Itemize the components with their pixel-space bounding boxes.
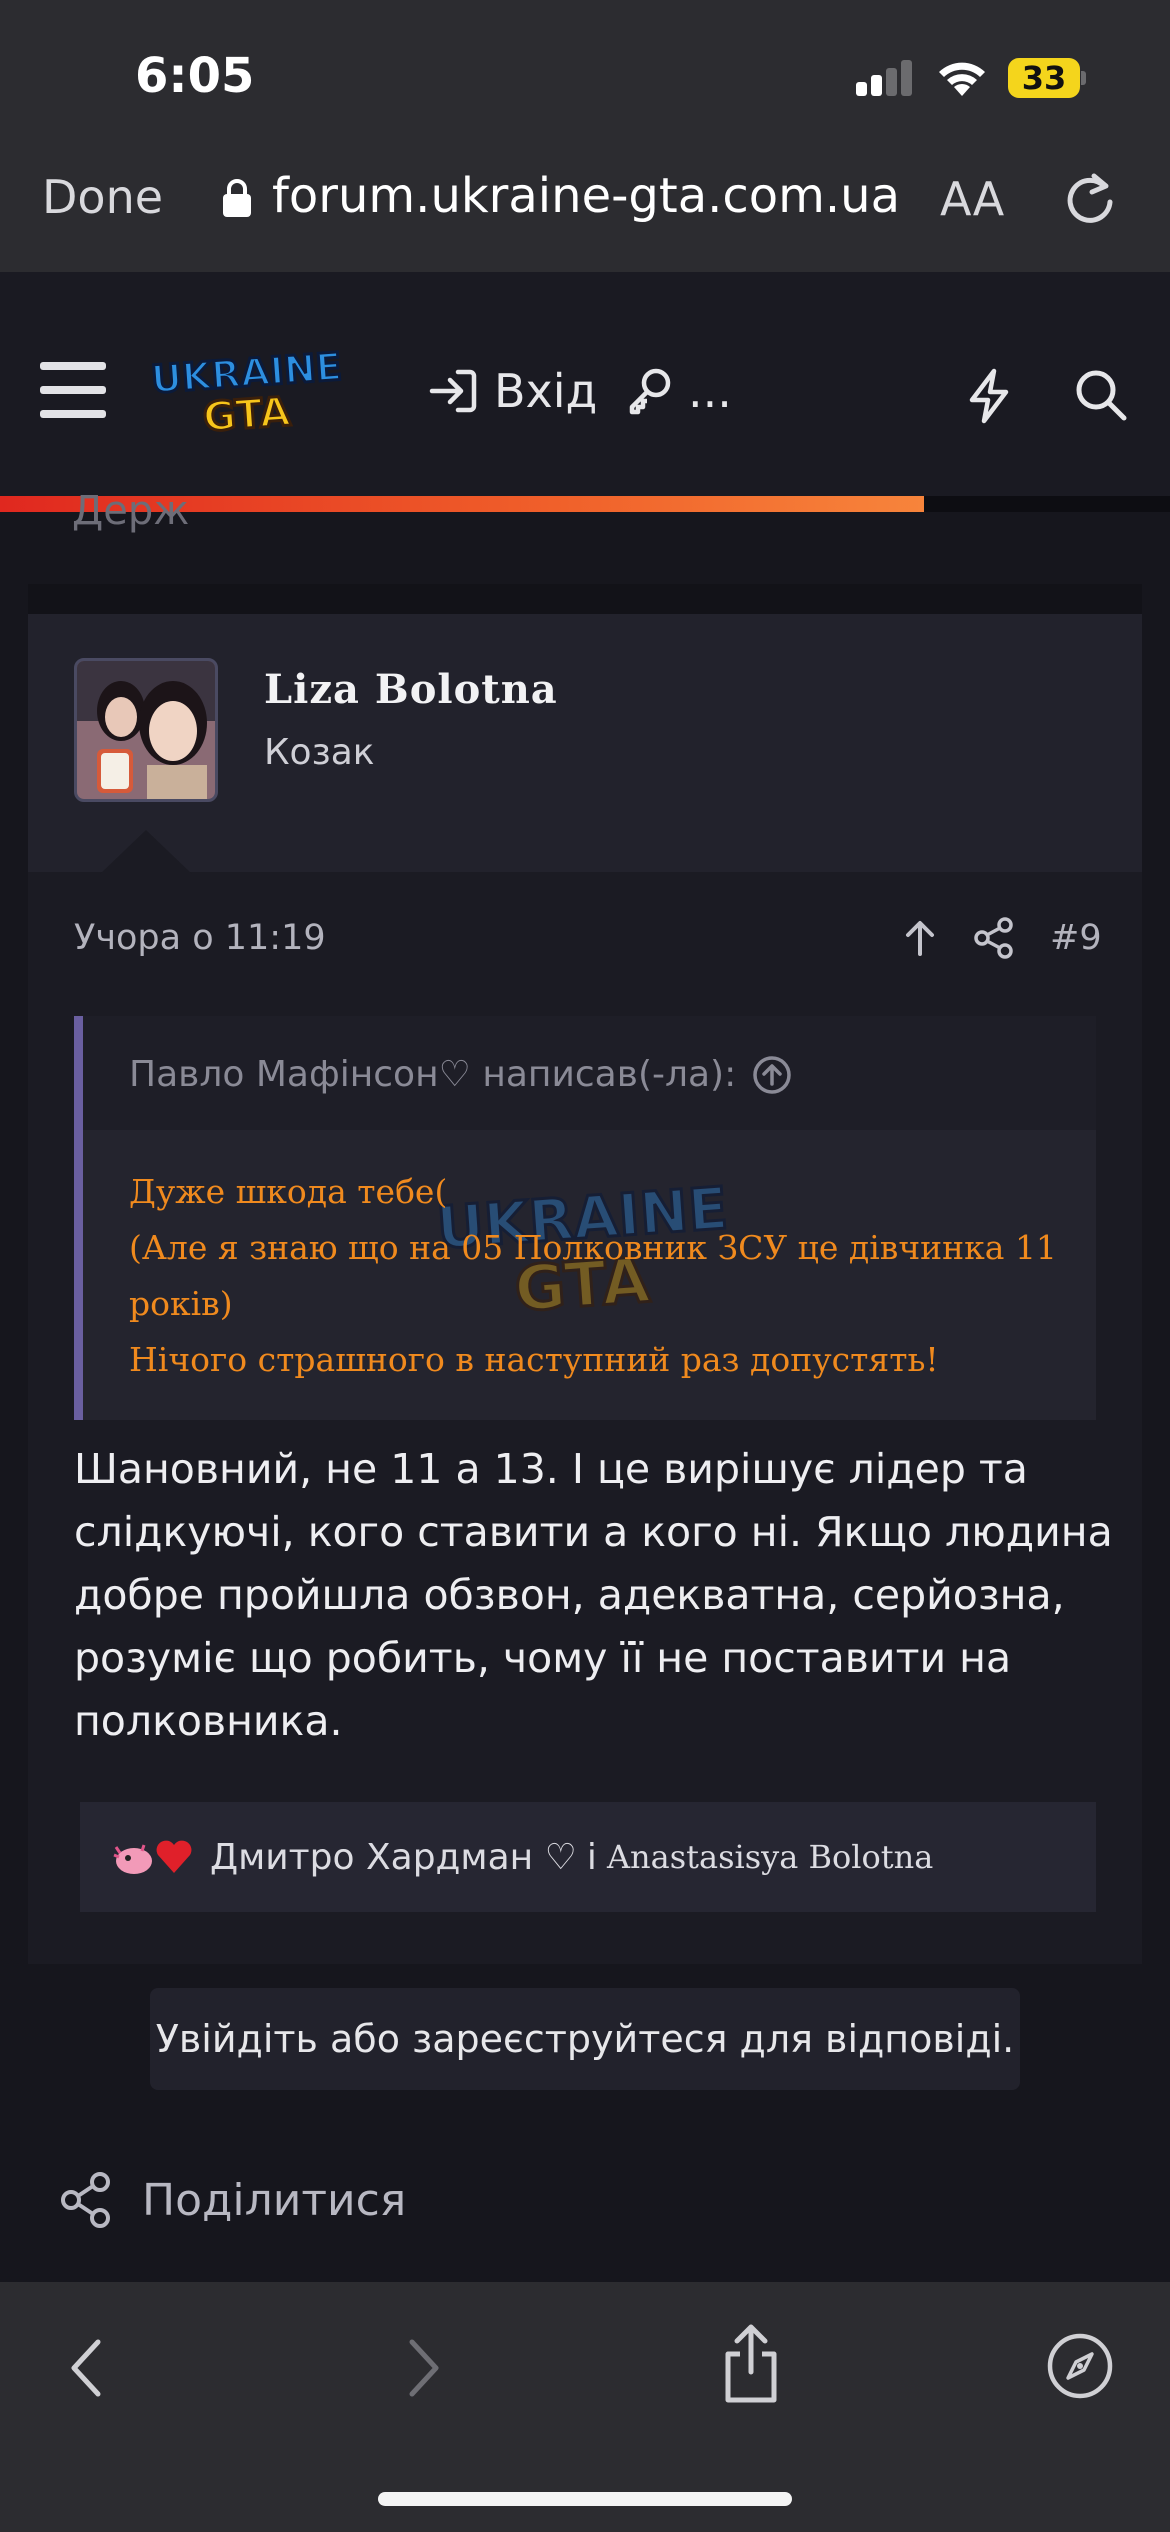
reaction-conjunction: і [586,1836,597,1878]
share-button[interactable]: Поділитися [58,2170,406,2230]
battery-level: 33 [1008,58,1080,98]
user-block-pointer [100,830,192,874]
bolt-icon[interactable] [966,368,1012,424]
post-username[interactable]: Liza Bolotna [264,666,558,713]
search-icon[interactable] [1074,368,1128,422]
avatar[interactable] [74,658,218,802]
quote-block: Павло Мафінсон♡ написав(-ла): UKRAINE GT… [74,1016,1096,1420]
share-sheet-icon[interactable] [720,2322,782,2406]
text-size-button[interactable]: AA [940,172,1004,226]
forward-icon[interactable] [404,2336,444,2400]
post-user-block: Liza Bolotna Козак [28,614,1142,872]
login-icon [429,369,477,413]
done-button[interactable]: Done [42,170,163,224]
hamburger-menu-icon[interactable] [40,362,106,418]
cellular-signal-icon [856,60,914,96]
user-title: Козак [264,732,375,773]
browser-bottom-toolbar [0,2282,1170,2532]
svg-text:GTA: GTA [202,389,292,438]
arrow-up-icon[interactable] [898,916,942,960]
home-indicator [378,2492,792,2506]
browser-top-bar: 6:05 33 Done forum.ukraine-gta.com.ua AA [0,0,1170,272]
back-icon[interactable] [66,2336,106,2400]
share-nodes-icon [61,2172,110,2228]
share-label: Поділитися [142,2174,407,2226]
register-label: ... [688,364,732,418]
quote-header[interactable]: Павло Мафінсон♡ написав(-ла): [83,1016,1096,1130]
quote-line: Нічого страшного в наступний раз допустя… [129,1340,939,1379]
post-body: Шановний, не 11 а 13. І це вирішує лідер… [74,1445,1113,1745]
url-field[interactable]: forum.ukraine-gta.com.ua [272,168,900,224]
reaction-user-2[interactable]: Anastasisya Bolotna [607,1838,933,1876]
post-separator [28,584,1142,614]
reaction-icons [110,1833,194,1881]
arrow-circle-up-icon [753,1055,791,1094]
hidden-previous-text: Держ [72,488,190,534]
battery-icon: 33 [1008,58,1086,98]
reaction-user-1[interactable]: Дмитро Хардман ♡ [210,1837,577,1878]
wifi-icon [939,62,985,96]
quote-content: Дуже шкода тебе( (Але я знаю що на 05 По… [129,1164,1069,1388]
register-link[interactable]: ... [626,364,732,418]
post-date[interactable]: Учора о 11:19 [74,918,326,958]
share-icon[interactable] [972,916,1016,960]
site-logo[interactable]: UKRAINE GTA [152,342,342,438]
login-link[interactable]: Вхід [428,364,597,418]
forum-header: UKRAINE GTA Вхід ... [0,272,1170,512]
login-to-reply-button[interactable]: Увійдіть або зареєструйтеся для відповід… [150,1988,1020,2090]
quote-author[interactable]: Павло Мафінсон♡ написав(-ла): [129,1054,792,1095]
heart-reaction-icon [156,1840,192,1873]
lock-icon [223,179,251,217]
quote-line: (Але я знаю що на 05 Полковник ЗСУ це ді… [129,1228,1057,1323]
quote-line: Дуже шкода тебе( [129,1172,448,1211]
quote-author-label: Павло Мафінсон♡ написав(-ла): [129,1054,737,1095]
compass-icon[interactable] [1046,2332,1114,2400]
key-icon [629,368,671,415]
post-number-link[interactable]: #9 [1050,918,1102,958]
text-size-label: AA [940,172,1005,226]
login-label: Вхід [494,364,598,418]
reload-icon[interactable] [1064,170,1116,226]
reactions-bar[interactable]: Дмитро Хардман ♡ і Anastasisya Bolotna [80,1802,1096,1912]
status-time: 6:05 [135,48,255,104]
